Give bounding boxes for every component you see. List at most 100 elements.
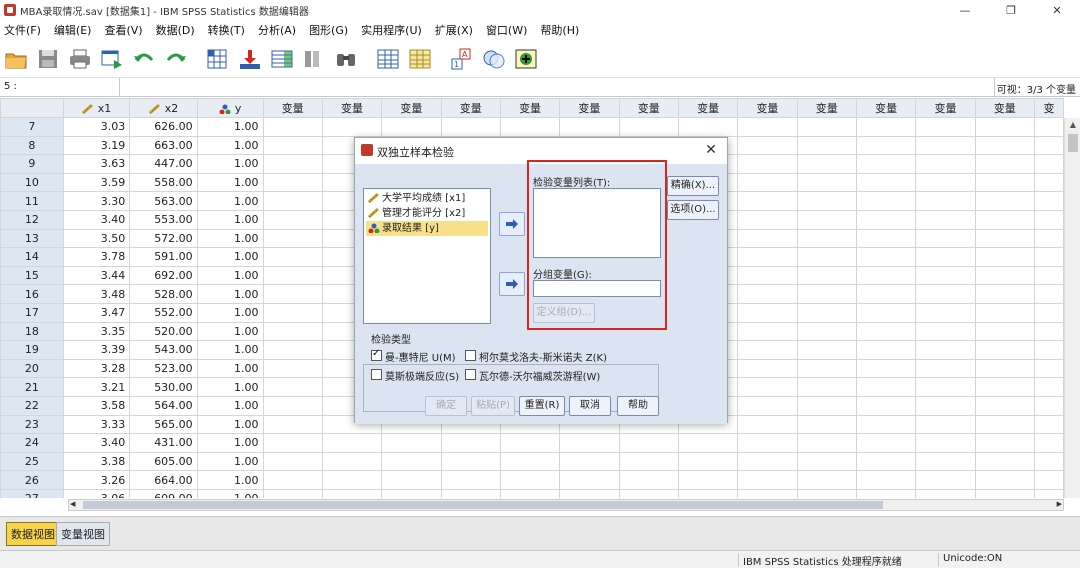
empty-cell[interactable] <box>262 488 323 498</box>
menu-extensions[interactable]: 扩展(X) <box>431 22 482 38</box>
empty-cell[interactable] <box>559 433 620 453</box>
column-header[interactable]: 变量 <box>737 98 798 118</box>
empty-cell[interactable] <box>677 470 739 490</box>
empty-cell[interactable] <box>440 433 501 453</box>
empty-cell[interactable] <box>855 470 917 490</box>
cell-y[interactable]: 1.00 <box>196 154 264 174</box>
empty-cell[interactable] <box>618 451 679 472</box>
test-variable-list[interactable] <box>533 188 661 258</box>
cell-y[interactable]: 1.00 <box>196 451 264 472</box>
empty-cell[interactable] <box>321 470 383 490</box>
row-number[interactable]: 26 <box>0 470 64 490</box>
empty-cell[interactable] <box>796 154 857 174</box>
empty-cell[interactable] <box>855 414 917 435</box>
empty-cell[interactable] <box>499 117 561 137</box>
cancel-button[interactable]: 取消 <box>569 396 611 416</box>
cell-x2[interactable]: 447.00 <box>129 154 198 174</box>
cell-x1[interactable]: 3.78 <box>62 247 131 267</box>
column-header[interactable]: 变量 <box>262 98 323 118</box>
empty-cell[interactable] <box>855 321 917 342</box>
empty-cell[interactable] <box>1033 172 1064 193</box>
row-number[interactable]: 10 <box>0 172 64 193</box>
empty-cell[interactable] <box>737 395 798 416</box>
empty-cell[interactable] <box>855 433 917 453</box>
empty-cell[interactable] <box>381 488 442 498</box>
empty-cell[interactable] <box>262 191 323 211</box>
cell-y[interactable]: 1.00 <box>196 209 264 230</box>
empty-cell[interactable] <box>915 154 976 174</box>
cell-x2[interactable]: 530.00 <box>129 377 198 397</box>
menu-analyze[interactable]: 分析(A) <box>254 22 305 38</box>
cell-y[interactable]: 1.00 <box>196 395 264 416</box>
empty-cell[interactable] <box>915 265 976 286</box>
column-header[interactable]: 变量 <box>974 98 1035 118</box>
row-number[interactable]: 7 <box>0 117 64 137</box>
empty-cell[interactable] <box>737 321 798 342</box>
cell-y[interactable]: 1.00 <box>196 247 264 267</box>
horizontal-scroll-thumb[interactable] <box>83 501 883 509</box>
empty-cell[interactable] <box>796 414 857 435</box>
cell-x2[interactable]: 626.00 <box>129 117 198 137</box>
empty-cell[interactable] <box>855 117 917 137</box>
empty-cell[interactable] <box>855 395 917 416</box>
empty-cell[interactable] <box>1033 135 1064 156</box>
empty-cell[interactable] <box>796 340 857 360</box>
close-button[interactable]: ✕ <box>1034 0 1080 20</box>
empty-cell[interactable] <box>618 470 679 490</box>
empty-cell[interactable] <box>974 451 1035 472</box>
column-header[interactable]: y <box>196 98 264 118</box>
empty-cell[interactable] <box>974 117 1035 137</box>
empty-cell[interactable] <box>974 172 1035 193</box>
cell-x1[interactable]: 3.58 <box>62 395 131 416</box>
source-variable-list[interactable]: 大学平均成绩 [x1] 管理才能评分 [x2] 录取结果 [y] <box>363 188 491 324</box>
exact-button[interactable]: 精确(X)... <box>667 176 719 196</box>
cell-x1[interactable]: 3.40 <box>62 433 131 453</box>
empty-cell[interactable] <box>737 284 798 304</box>
row-number[interactable]: 8 <box>0 135 64 156</box>
cell-y[interactable]: 1.00 <box>196 117 264 137</box>
empty-cell[interactable] <box>381 433 442 453</box>
empty-cell[interactable] <box>1033 358 1064 379</box>
mann-whitney-checkbox[interactable] <box>371 348 382 361</box>
empty-cell[interactable] <box>1033 209 1064 230</box>
cell-x1[interactable]: 3.06 <box>62 488 131 498</box>
empty-cell[interactable] <box>1033 191 1064 211</box>
empty-cell[interactable] <box>915 488 976 498</box>
empty-cell[interactable] <box>974 377 1035 397</box>
empty-cell[interactable] <box>974 470 1035 490</box>
empty-cell[interactable] <box>915 433 976 453</box>
cell-reference-box[interactable]: 5 : <box>0 78 120 97</box>
empty-cell[interactable] <box>262 414 323 435</box>
empty-cell[interactable] <box>915 470 976 490</box>
weight-cases-icon[interactable] <box>407 46 433 72</box>
empty-cell[interactable] <box>1033 377 1064 397</box>
empty-cell[interactable] <box>677 451 739 472</box>
empty-cell[interactable] <box>262 154 323 174</box>
empty-cell[interactable] <box>440 470 501 490</box>
cell-x1[interactable]: 3.44 <box>62 265 131 286</box>
source-item-x2[interactable]: 管理才能评分 [x2] <box>366 206 465 221</box>
empty-cell[interactable] <box>321 117 383 137</box>
cell-x1[interactable]: 3.63 <box>62 154 131 174</box>
empty-cell[interactable] <box>262 321 323 342</box>
row-number[interactable]: 22 <box>0 395 64 416</box>
find-icon[interactable] <box>301 46 327 72</box>
empty-cell[interactable] <box>915 340 976 360</box>
print-icon[interactable] <box>67 46 93 72</box>
cell-x1[interactable]: 3.33 <box>62 414 131 435</box>
cell-x1[interactable]: 3.19 <box>62 135 131 156</box>
empty-cell[interactable] <box>855 340 917 360</box>
cell-x2[interactable]: 431.00 <box>129 433 198 453</box>
row-number[interactable]: 16 <box>0 284 64 304</box>
empty-cell[interactable] <box>381 470 442 490</box>
column-header[interactable]: 变量 <box>559 98 620 118</box>
options-button[interactable]: 选项(O)... <box>667 200 719 220</box>
empty-cell[interactable] <box>855 135 917 156</box>
menu-view[interactable]: 查看(V) <box>100 22 151 38</box>
empty-cell[interactable] <box>796 228 857 249</box>
empty-cell[interactable] <box>796 321 857 342</box>
cell-x1[interactable]: 3.21 <box>62 377 131 397</box>
goto-variable-icon[interactable] <box>237 46 263 72</box>
help-button[interactable]: 帮助 <box>617 396 659 416</box>
empty-cell[interactable] <box>262 135 323 156</box>
